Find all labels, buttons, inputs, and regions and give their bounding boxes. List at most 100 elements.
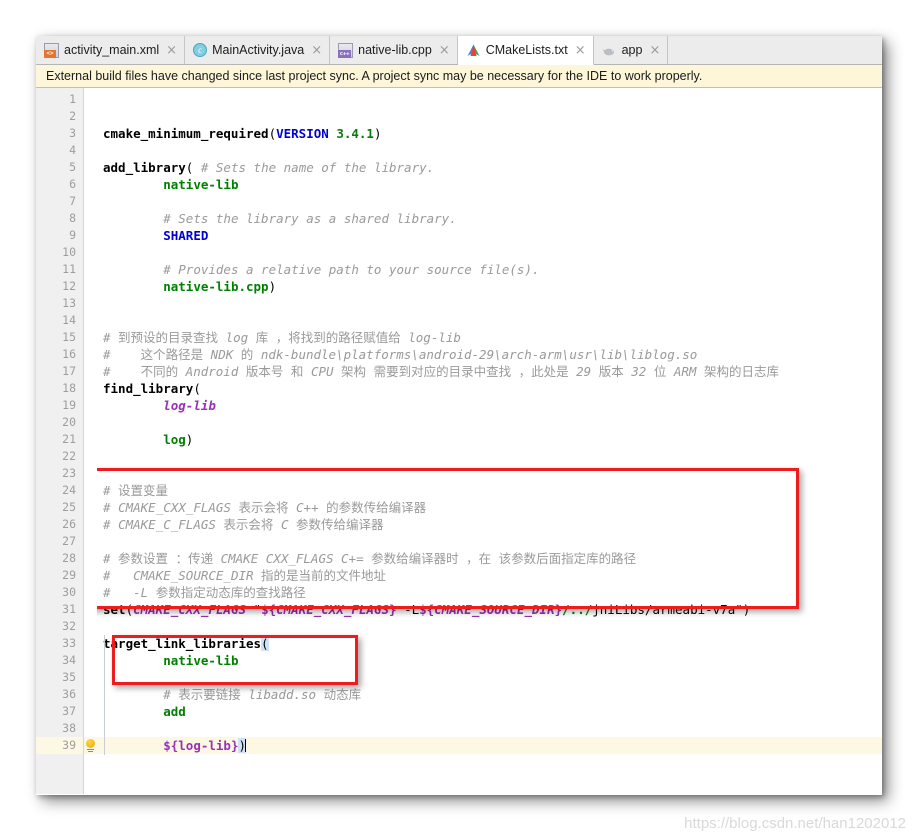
marker-slot — [84, 448, 97, 465]
code-line[interactable]: # 表示要链接 libadd.so 动态库 — [97, 686, 882, 703]
close-icon[interactable]: × — [573, 44, 586, 57]
java-class-icon: c — [193, 43, 208, 57]
marker-slot — [84, 261, 97, 278]
code-line[interactable] — [97, 720, 882, 737]
code-line[interactable]: native-lib.cpp) — [97, 278, 882, 295]
code-line[interactable]: cmake_minimum_required(VERSION 3.4.1) — [97, 125, 882, 142]
tab-label: MainActivity.java — [212, 43, 305, 57]
project-sync-notification[interactable]: External build files have changed since … — [36, 65, 882, 88]
close-icon[interactable]: × — [309, 44, 322, 57]
marker-slot — [84, 499, 97, 516]
code-line-current[interactable]: ${log-lib}) — [97, 737, 882, 754]
code-line[interactable]: SHARED — [97, 227, 882, 244]
close-icon[interactable]: × — [437, 44, 450, 57]
line-number: 7 — [69, 194, 76, 208]
code-line[interactable] — [97, 295, 882, 312]
code-line[interactable]: add_library( # Sets the name of the libr… — [97, 159, 882, 176]
code-line[interactable]: # 不同的 Android 版本号 和 CPU 架构 需要到对应的目录中查找 ，… — [97, 363, 882, 380]
code-line[interactable]: # Sets the library as a shared library. — [97, 210, 882, 227]
code-line[interactable]: # Provides a relative path to your sourc… — [97, 261, 882, 278]
line-number: 31 — [62, 602, 76, 616]
editor-tab-strip: activity_main.xml × c MainActivity.java … — [36, 36, 882, 65]
tab-label: native-lib.cpp — [358, 43, 432, 57]
code-line[interactable]: log) — [97, 431, 882, 448]
line-number: 12 — [62, 279, 76, 293]
code-line[interactable]: # CMAKE_SOURCE_DIR 指的是当前的文件地址 — [97, 567, 882, 584]
code-line[interactable]: # 参数设置 ：传递 CMAKE CXX_FLAGS C+= 参数给编译器时 ，… — [97, 550, 882, 567]
marker-slot — [84, 227, 97, 244]
marker-slot — [84, 703, 97, 720]
code-line[interactable] — [97, 618, 882, 635]
marker-slot — [84, 652, 97, 669]
cmake-file-icon — [466, 43, 481, 58]
line-number: 8 — [69, 211, 76, 225]
line-number: 17 — [62, 364, 76, 378]
line-number: 38 — [62, 721, 76, 735]
line-number: 11 — [62, 262, 76, 276]
editor-marker-strip[interactable] — [84, 88, 97, 794]
line-number: 22 — [62, 449, 76, 463]
code-line[interactable]: # 这个路径是 NDK 的 ndk-bundle\platforms\andro… — [97, 346, 882, 363]
marker-slot — [84, 584, 97, 601]
tab-mainactivity-java[interactable]: c MainActivity.java × — [185, 36, 331, 64]
marker-slot — [84, 414, 97, 431]
code-line[interactable] — [97, 448, 882, 465]
code-line[interactable]: find_library( — [97, 380, 882, 397]
tab-activity-main-xml[interactable]: activity_main.xml × — [36, 36, 186, 64]
code-line[interactable] — [97, 244, 882, 261]
line-number: 20 — [62, 415, 76, 429]
code-line[interactable] — [97, 533, 882, 550]
tab-app[interactable]: app × — [593, 36, 669, 64]
line-number: 33 — [62, 636, 76, 650]
line-number: 23 — [62, 466, 76, 480]
code-line[interactable]: # CMAKE_C_FLAGS 表示会将 C 参数传给编译器 — [97, 516, 882, 533]
marker-slot — [84, 635, 97, 652]
code-line[interactable] — [97, 414, 882, 431]
marker-slot — [84, 516, 97, 533]
line-number: 2 — [69, 109, 76, 123]
code-editor[interactable]: 1 2 3 4 5 6 7 8 9 10 11 12 13 14 15 16 1… — [36, 88, 882, 794]
ide-editor-window: activity_main.xml × c MainActivity.java … — [36, 36, 882, 795]
code-line[interactable] — [97, 142, 882, 159]
intention-bulb-icon[interactable] — [85, 739, 96, 752]
code-line[interactable] — [97, 312, 882, 329]
code-line[interactable] — [97, 193, 882, 210]
line-number: 25 — [62, 500, 76, 514]
code-line[interactable]: native-lib — [97, 652, 882, 669]
marker-slot — [84, 431, 97, 448]
code-line[interactable]: add — [97, 703, 882, 720]
close-icon[interactable]: × — [164, 44, 177, 57]
code-line[interactable]: # CMAKE_CXX_FLAGS 表示会将 C++ 的参数传给编译器 — [97, 499, 882, 516]
code-line[interactable] — [97, 465, 882, 482]
line-number-gutter[interactable]: 1 2 3 4 5 6 7 8 9 10 11 12 13 14 15 16 1… — [36, 88, 84, 794]
code-line[interactable] — [97, 91, 882, 108]
code-line[interactable] — [97, 108, 882, 125]
indent-guide — [104, 635, 105, 755]
code-line[interactable]: # 设置变量 — [97, 482, 882, 499]
code-line[interactable]: log-lib — [97, 397, 882, 414]
code-line[interactable]: target_link_libraries( — [97, 635, 882, 652]
marker-slot — [84, 142, 97, 159]
code-line[interactable]: # -L 参数指定动态库的查找路径 — [97, 584, 882, 601]
code-text-area[interactable]: cmake_minimum_required(VERSION 3.4.1) ad… — [97, 88, 882, 794]
tab-label: activity_main.xml — [64, 43, 160, 57]
tab-cmakelists-txt[interactable]: CMakeLists.txt × — [457, 36, 594, 65]
close-icon[interactable]: × — [647, 44, 660, 57]
line-number: 9 — [69, 228, 76, 242]
marker-slot — [84, 91, 97, 108]
watermark: https://blog.csdn.net/han1202012 — [684, 815, 906, 832]
code-line[interactable] — [97, 669, 882, 686]
code-line[interactable]: # 到预设的目录查找 log 库 ，将找到的路径赋值给 log-lib — [97, 329, 882, 346]
line-number: 3 — [69, 126, 76, 140]
tab-native-lib-cpp[interactable]: native-lib.cpp × — [330, 36, 458, 64]
code-line[interactable]: set(CMAKE_CXX_FLAGS "${CMAKE_CXX_FLAGS} … — [97, 601, 882, 618]
notification-message: External build files have changed since … — [46, 69, 703, 83]
marker-slot — [84, 618, 97, 635]
line-number: 13 — [62, 296, 76, 310]
marker-slot-current[interactable] — [84, 737, 97, 754]
code-line[interactable]: native-lib — [97, 176, 882, 193]
line-number: 19 — [62, 398, 76, 412]
marker-slot — [84, 482, 97, 499]
marker-slot — [84, 312, 97, 329]
android-app-icon — [602, 43, 617, 58]
